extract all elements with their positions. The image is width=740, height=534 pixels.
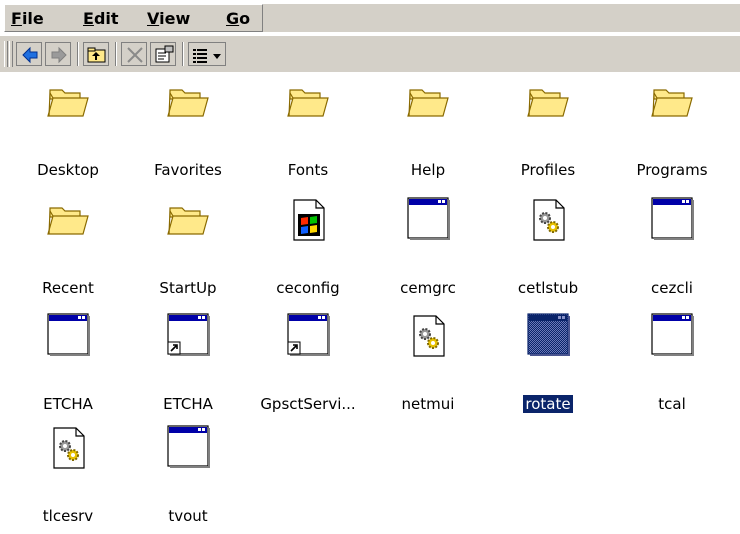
file-item[interactable]: rotate [480,312,600,422]
delete-button[interactable] [121,42,147,66]
menu-edit-accel: E [83,9,94,28]
toolbar [0,36,740,72]
file-item[interactable]: netmui [360,312,480,422]
file-item[interactable]: Fonts [240,78,360,188]
folder-icon [284,78,332,126]
file-item-label: Programs [636,161,708,179]
menu-go-label: o [239,9,251,28]
file-item[interactable]: tcal [604,312,724,422]
menu-bar: File Edit View Go [0,0,740,36]
file-item-label: tcal [658,395,686,413]
file-item[interactable]: GpsctServi... [240,312,360,422]
file-item[interactable]: cetlstub [480,196,600,306]
file-item[interactable]: ceconfig [240,196,360,306]
file-item-label: cezcli [651,279,693,297]
shortcut-window-icon [164,312,212,360]
file-item[interactable]: ETCHA [120,312,240,422]
file-item-label: Desktop [37,161,99,179]
toolbar-grip[interactable] [4,41,8,67]
delete-icon [127,47,143,63]
file-item-label: rotate [522,394,574,414]
application-window-icon [524,312,572,360]
file-item-label: GpsctServi... [260,395,356,413]
file-item-label: ETCHA [163,395,213,413]
view-menu-icon [193,49,221,63]
file-item-label: Profiles [520,161,576,179]
file-item-label: netmui [401,395,455,413]
file-item-label: tlcesrv [42,507,94,525]
folder-icon [44,78,92,126]
folder-icon [164,196,212,244]
menu-view-label: iew [159,9,191,28]
up-folder-button[interactable] [83,42,109,66]
file-item-label: cemgrc [400,279,456,297]
menu-view[interactable]: View [147,9,190,28]
application-window-icon [648,196,696,244]
view-menu-button[interactable] [188,42,226,66]
file-item[interactable]: Profiles [480,78,600,188]
file-item-label: StartUp [159,279,217,297]
file-item[interactable]: Desktop [0,78,120,188]
menu-go[interactable]: Go [226,9,250,28]
menu-bar-fill [263,4,740,32]
windows-document-icon [284,196,332,244]
toolbar-separator-2 [115,42,117,66]
menu-edit[interactable]: Edit [83,9,119,28]
menu-bar-panel: File Edit View Go [4,4,263,32]
forward-button[interactable] [45,42,71,66]
folder-icon [164,78,212,126]
shortcut-window-icon [284,312,332,360]
file-item-label: cetlstub [517,279,579,297]
file-item-label: Recent [42,279,94,297]
menu-edit-label: dit [93,9,119,28]
up-folder-icon [87,47,106,63]
file-item[interactable]: Programs [604,78,724,188]
back-arrow-icon [22,46,38,64]
folder-icon [524,78,572,126]
file-item-label: tvout [168,507,208,525]
back-button[interactable] [16,42,42,66]
menu-file[interactable]: File [11,9,44,28]
gear-file-icon [404,312,452,360]
gear-file-icon [44,424,92,472]
file-item[interactable]: cemgrc [360,196,480,306]
toolbar-separator-3 [182,42,184,66]
file-item[interactable]: tvout [120,424,240,534]
gear-file-icon [524,196,572,244]
file-item-label: Help [410,161,446,179]
menu-file-label: ile [21,9,44,28]
menu-view-accel: V [147,9,160,28]
file-item-label: ETCHA [43,395,93,413]
toolbar-separator [77,42,79,66]
application-window-icon [404,196,452,244]
toolbar-grip-2[interactable] [9,41,13,67]
file-list-view: Desktop Favorites Fonts Help Profiles Pr… [0,72,740,525]
file-item[interactable]: Favorites [120,78,240,188]
file-item[interactable]: Recent [0,196,120,306]
properties-button[interactable] [150,42,176,66]
folder-icon [44,196,92,244]
file-item-label: ceconfig [276,279,340,297]
application-window-icon [44,312,92,360]
properties-icon [155,45,174,63]
file-item[interactable]: StartUp [120,196,240,306]
folder-icon [404,78,452,126]
file-item-label: Fonts [287,161,329,179]
forward-arrow-icon [51,46,67,64]
menu-file-accel: F [11,9,22,28]
menu-go-accel: G [226,9,240,28]
application-window-icon [164,424,212,472]
file-item[interactable]: cezcli [604,196,724,306]
file-item[interactable]: tlcesrv [0,424,120,534]
application-window-icon [648,312,696,360]
file-item-label: Favorites [154,161,222,179]
folder-icon [648,78,696,126]
file-item[interactable]: ETCHA [0,312,120,422]
file-item[interactable]: Help [360,78,480,188]
